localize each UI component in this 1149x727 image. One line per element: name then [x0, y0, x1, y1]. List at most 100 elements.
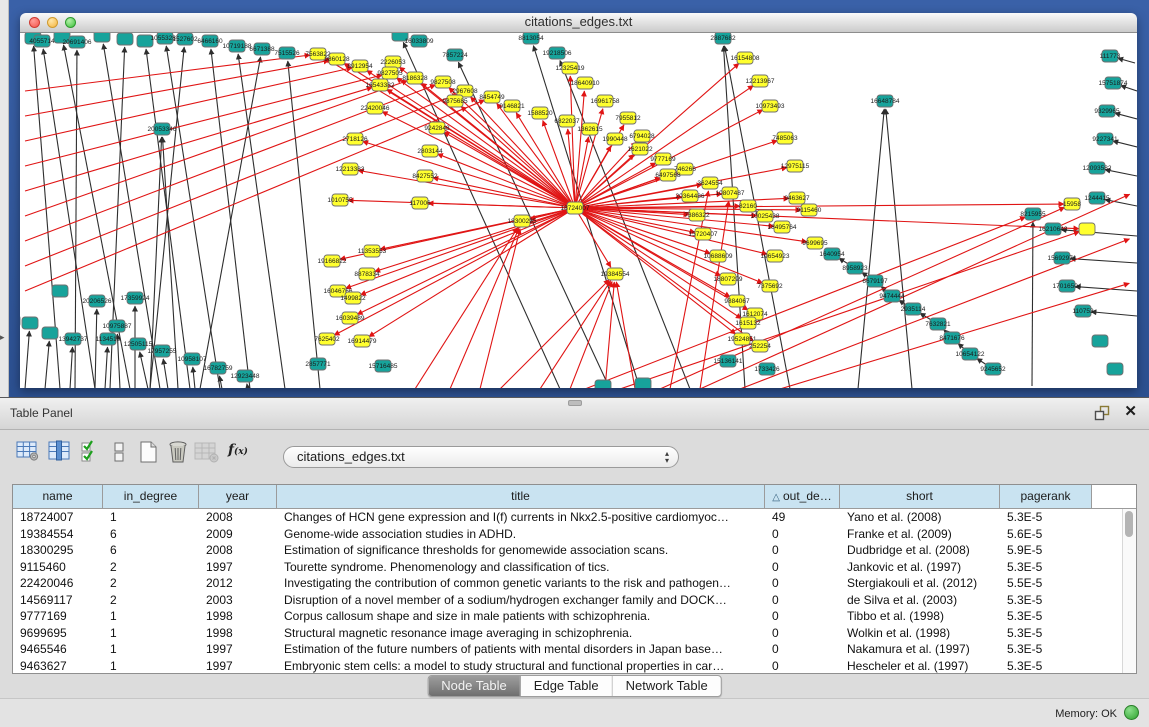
- network-node[interactable]: [42, 327, 58, 339]
- network-node[interactable]: 8912954: [347, 60, 373, 72]
- network-node[interactable]: 16961758: [591, 95, 620, 107]
- network-node[interactable]: 11353553: [358, 245, 387, 257]
- table-row[interactable]: 1830029562008Estimation of significance …: [13, 542, 1136, 559]
- table-cell[interactable]: 1997: [199, 641, 277, 658]
- column-header-out_de[interactable]: △out_de…: [765, 485, 840, 509]
- table-cell[interactable]: 22420046: [13, 575, 103, 592]
- table-row[interactable]: 1872400712008Changes of HCN gene express…: [13, 509, 1136, 526]
- table-cell[interactable]: 1: [103, 625, 199, 642]
- network-node[interactable]: 18640910: [571, 77, 600, 89]
- network-node[interactable]: 8186328: [402, 72, 428, 84]
- table-cell[interactable]: Nakamura et al. (1997): [840, 641, 1000, 658]
- table-cell[interactable]: Corpus callosum shape and size in male p…: [277, 608, 765, 625]
- table-panel-header[interactable]: Table Panel ✕: [0, 398, 1149, 430]
- table-cell[interactable]: 1997: [199, 559, 277, 576]
- table-cell[interactable]: 1: [103, 658, 199, 675]
- table-cell[interactable]: 0: [765, 542, 840, 559]
- table-cell[interactable]: 5.3E-5: [1000, 608, 1092, 625]
- table-cell[interactable]: 2012: [199, 575, 277, 592]
- table-cell[interactable]: 0: [765, 526, 840, 543]
- table-cell[interactable]: Tourette syndrome. Phenomenology and cla…: [277, 559, 765, 576]
- network-node[interactable]: 2718126: [342, 133, 368, 145]
- network-node[interactable]: 15716485: [369, 360, 398, 372]
- table-cell[interactable]: Stergiakouli et al. (2012): [840, 575, 1000, 592]
- network-node[interactable]: 7955812: [615, 112, 641, 124]
- network-node[interactable]: 12213383: [336, 163, 365, 175]
- table-row[interactable]: 2242004622012Investigating the contribut…: [13, 575, 1136, 592]
- network-node[interactable]: 19384554: [601, 268, 630, 280]
- table-cell[interactable]: 2008: [199, 542, 277, 559]
- network-node[interactable]: 9463627: [784, 192, 810, 204]
- network-node[interactable]: 20364486: [676, 190, 705, 202]
- network-node[interactable]: 9227341: [1092, 133, 1118, 145]
- table-cell[interactable]: Estimation of significance thresholds fo…: [277, 542, 765, 559]
- table-cell[interactable]: Wolkin et al. (1998): [840, 625, 1000, 642]
- table-row[interactable]: 946554611997Estimation of the future num…: [13, 641, 1136, 658]
- table-cell[interactable]: 9115460: [13, 559, 103, 576]
- table-cell[interactable]: 0: [765, 658, 840, 675]
- table-cell[interactable]: 5.3E-5: [1000, 509, 1092, 526]
- network-node[interactable]: 2887682: [710, 33, 736, 44]
- table-cell[interactable]: Genome-wide association studies in ADHD.: [277, 526, 765, 543]
- network-node[interactable]: [94, 33, 110, 42]
- table-cell[interactable]: Changes of HCN gene expression and I(f) …: [277, 509, 765, 526]
- table-cell[interactable]: Structural magnetic resonance image aver…: [277, 625, 765, 642]
- network-node[interactable]: [117, 33, 133, 45]
- network-node[interactable]: 7625402: [314, 333, 340, 345]
- tab-node-table[interactable]: Node Table: [428, 676, 521, 696]
- table-cell[interactable]: 2: [103, 592, 199, 609]
- table-cell[interactable]: 9699695: [13, 625, 103, 642]
- network-node[interactable]: 6679197: [862, 275, 888, 287]
- table-cell[interactable]: Tibbo et al. (1998): [840, 608, 1000, 625]
- table-cell[interactable]: 18724007: [13, 509, 103, 526]
- network-node[interactable]: 9699695: [802, 237, 828, 249]
- network-node[interactable]: 1588520: [527, 107, 553, 119]
- table-cell[interactable]: 5.5E-5: [1000, 575, 1092, 592]
- network-node[interactable]: 16154808: [731, 52, 760, 64]
- network-node[interactable]: [1079, 223, 1095, 235]
- column-header-pagerank[interactable]: pagerank: [1000, 485, 1092, 509]
- table-cell[interactable]: 0: [765, 559, 840, 576]
- network-node[interactable]: 6671388: [249, 43, 275, 55]
- network-window[interactable]: citations_edges.txt 40557142069140610553…: [20, 13, 1137, 388]
- network-node[interactable]: 9884067: [724, 295, 750, 307]
- network-node[interactable]: 8215955: [1020, 208, 1046, 220]
- network-node[interactable]: 10654122: [956, 348, 985, 360]
- table-cell[interactable]: 6: [103, 526, 199, 543]
- network-node[interactable]: [635, 378, 651, 388]
- node-table[interactable]: namein_degreeyeartitle△out_de…shortpager…: [12, 484, 1137, 674]
- network-node[interactable]: 9474444: [879, 290, 905, 302]
- table-cell[interactable]: Investigating the contribution of common…: [277, 575, 765, 592]
- network-node[interactable]: 7386322: [684, 209, 710, 221]
- network-node[interactable]: 8813054: [518, 33, 544, 44]
- tab-network-table[interactable]: Network Table: [613, 676, 721, 696]
- table-cell[interactable]: Dudbridge et al. (2008): [840, 542, 1000, 559]
- table-cell[interactable]: 2009: [199, 526, 277, 543]
- show-columns-icon[interactable]: [48, 440, 72, 462]
- table-row[interactable]: 1456911722003Disruption of a novel membe…: [13, 592, 1136, 609]
- table-cell[interactable]: 5.3E-5: [1000, 559, 1092, 576]
- network-node[interactable]: 9777169: [650, 153, 676, 165]
- table-cell[interactable]: 2008: [199, 509, 277, 526]
- network-node[interactable]: 2226053: [380, 56, 406, 68]
- table-cell[interactable]: 1998: [199, 608, 277, 625]
- close-window-icon[interactable]: [29, 17, 40, 28]
- network-canvas[interactable]: 4055714206914061055328715276026466160107…: [20, 33, 1137, 388]
- network-node[interactable]: 12213967: [746, 75, 775, 87]
- network-node[interactable]: 252254: [749, 340, 771, 352]
- table-cell[interactable]: 1: [103, 509, 199, 526]
- table-cell[interactable]: 6: [103, 542, 199, 559]
- table-cell[interactable]: 0: [765, 608, 840, 625]
- column-header-title[interactable]: title: [277, 485, 765, 509]
- table-cell[interactable]: 2: [103, 575, 199, 592]
- table-cell[interactable]: 5.9E-5: [1000, 542, 1092, 559]
- network-node[interactable]: 10975887: [103, 320, 132, 332]
- column-header-in_degree[interactable]: in_degree: [103, 485, 199, 509]
- network-node[interactable]: 12093582: [1083, 162, 1112, 174]
- table-selector-dropdown[interactable]: citations_edges.txt ▴▾: [283, 446, 679, 468]
- network-node[interactable]: 9827505: [377, 67, 403, 79]
- network-node[interactable]: 9827508: [430, 76, 456, 88]
- table-row[interactable]: 1938455462009Genome-wide association stu…: [13, 526, 1136, 543]
- network-node[interactable]: 7632821: [925, 318, 951, 330]
- delete-table-icon[interactable]: [194, 440, 220, 464]
